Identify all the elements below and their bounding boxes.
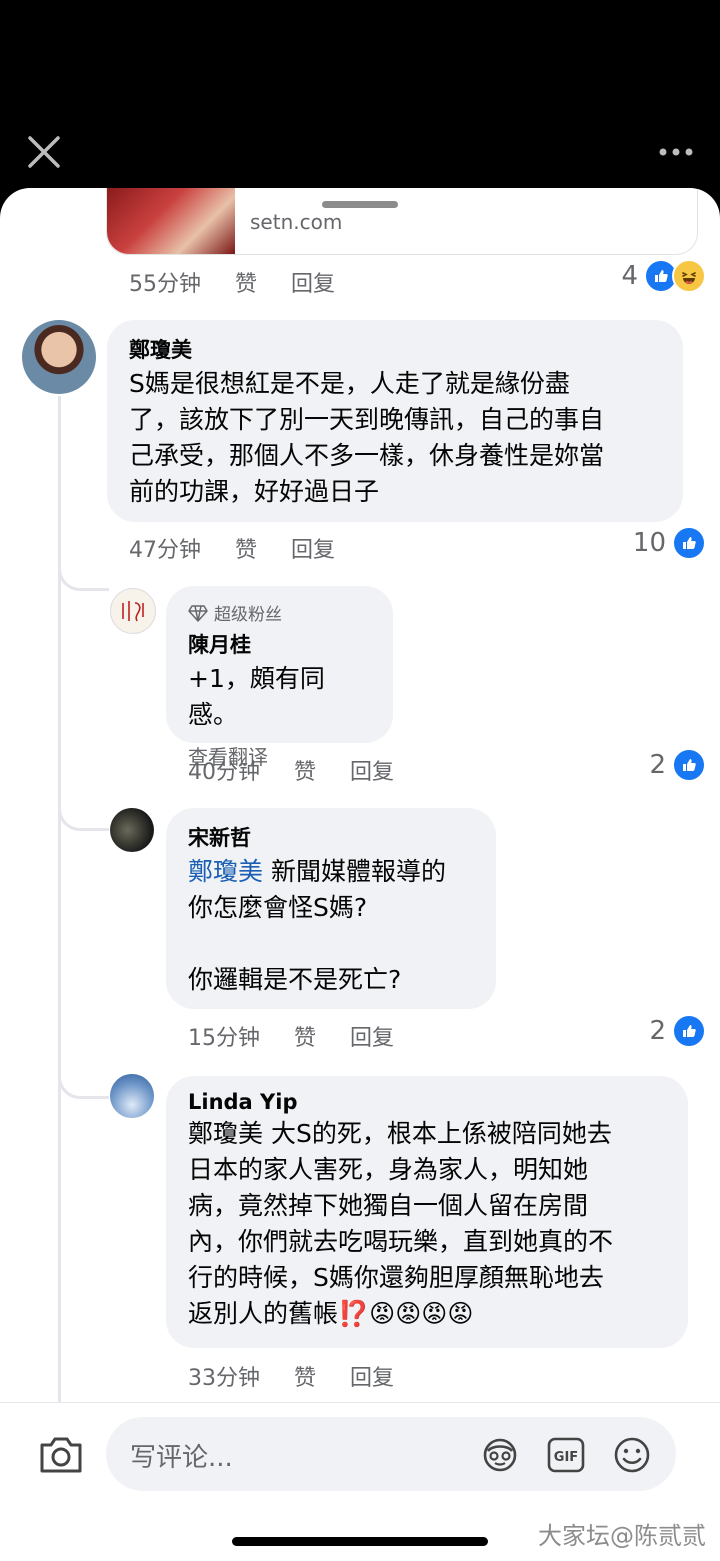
watermark: 大家坛@陈贰贰	[538, 1522, 706, 1550]
like-reaction-icon	[672, 526, 706, 560]
thread-branch	[58, 800, 109, 831]
avatar[interactable]	[110, 808, 154, 852]
top-bar	[0, 0, 720, 190]
comment-text: 鄭瓊美 新聞媒體報導的 你怎麼會怪S媽? 你邏輯是不是死亡?	[188, 854, 474, 998]
like-button[interactable]: 赞	[294, 1020, 316, 1052]
comment-bubble: Linda Yip 鄭瓊美 大S的死，根本上係被陪同她去 日本的家人害死，身為家…	[166, 1076, 688, 1348]
comment-time: 15分钟	[188, 1026, 260, 1051]
like-reaction-icon	[672, 1014, 706, 1048]
comment-text-line: 新聞媒體報導的	[263, 857, 446, 886]
comment-meta: 55分钟 赞 回复	[129, 266, 335, 298]
badge-label: 超级粉丝	[214, 605, 282, 625]
reaction-count: 10	[632, 528, 666, 558]
like-button[interactable]: 赞	[294, 1360, 316, 1392]
like-button[interactable]: 赞	[235, 266, 257, 298]
camera-icon[interactable]	[38, 1435, 84, 1475]
link-domain: setn.com	[250, 210, 343, 234]
comment-input[interactable]: 写评论... GIF	[106, 1417, 676, 1491]
reaction-summary[interactable]: 4	[621, 259, 706, 293]
reaction-count: 4	[621, 261, 638, 291]
avatar[interactable]	[110, 588, 156, 634]
reply-button[interactable]: 回复	[350, 1360, 394, 1392]
reaction-summary[interactable]: 2	[649, 1014, 706, 1048]
reply-button[interactable]: 回复	[350, 754, 394, 786]
comment-time: 55分钟	[129, 272, 201, 297]
link-thumbnail	[107, 188, 235, 254]
close-icon[interactable]	[24, 132, 64, 172]
avatar-sticker-icon[interactable]	[480, 1435, 520, 1475]
comment-meta: 15分钟 赞 回复	[188, 1020, 394, 1052]
avatar[interactable]	[22, 320, 96, 394]
comment-author[interactable]: 陳月桂	[188, 629, 371, 659]
comment-author[interactable]: 宋新哲	[188, 822, 474, 852]
comment-author[interactable]: 鄭瓊美	[129, 334, 661, 364]
reply-button[interactable]: 回复	[291, 266, 335, 298]
comment-meta: 33分钟 赞 回复	[188, 1360, 394, 1392]
gif-icon[interactable]: GIF	[546, 1435, 586, 1475]
comment-meta: 47分钟 赞 回复	[129, 532, 335, 564]
thread-branch	[58, 560, 109, 591]
reaction-summary[interactable]: 10	[633, 526, 706, 560]
comment-time: 33分钟	[188, 1366, 260, 1391]
comment-time: 47分钟	[129, 538, 201, 563]
reaction-count: 2	[649, 750, 666, 780]
haha-reaction-icon	[672, 259, 706, 293]
reaction-count: 2	[649, 1016, 666, 1046]
mention-link[interactable]: 鄭瓊美	[188, 857, 263, 886]
comment-bubble: 宋新哲 鄭瓊美 新聞媒體報導的 你怎麼會怪S媽? 你邏輯是不是死亡?	[166, 808, 496, 1009]
comment-bubble: 超级粉丝 陳月桂 +1，頗有同感。 查看翻译	[166, 586, 393, 769]
comment-placeholder: 写评论...	[130, 1443, 233, 1473]
more-options-icon[interactable]	[658, 142, 694, 162]
diamond-icon	[188, 604, 208, 622]
comment-author[interactable]: Linda Yip	[188, 1090, 666, 1114]
like-reaction-icon	[672, 748, 706, 782]
comment-text: 鄭瓊美 大S的死，根本上係被陪同她去 日本的家人害死，身為家人，明知她 病，竟然…	[188, 1119, 614, 1328]
comment-text: S媽是很想紅是不是，人走了就是緣份盡 了，該放下了別一天到晚傳訊，自己的事自 己…	[129, 369, 605, 506]
home-indicator[interactable]	[232, 1537, 488, 1546]
thread-branch	[58, 1068, 109, 1099]
comment-text: +1，頗有同感。	[188, 664, 325, 729]
link-preview-card[interactable]: setn.com	[106, 188, 698, 255]
like-button[interactable]: 赞	[294, 754, 316, 786]
comments-sheet: setn.com 55分钟 赞 回复 4 鄭瓊美 S媽是很想紅是不是，人走了就是…	[0, 188, 720, 1561]
comment-time: 40分钟	[188, 760, 260, 785]
like-button[interactable]: 赞	[235, 532, 257, 564]
reply-button[interactable]: 回复	[291, 532, 335, 564]
thread-line	[58, 396, 61, 1406]
comment-bubble: 鄭瓊美 S媽是很想紅是不是，人走了就是緣份盡 了，該放下了別一天到晚傳訊，自己的…	[107, 320, 683, 522]
comment-text-rest: 你怎麼會怪S媽? 你邏輯是不是死亡?	[188, 893, 402, 994]
svg-text:GIF: GIF	[554, 1450, 578, 1465]
comment-meta: 40分钟 赞 回复	[188, 754, 394, 786]
reaction-summary[interactable]: 2	[649, 748, 706, 782]
reply-button[interactable]: 回复	[350, 1020, 394, 1052]
avatar[interactable]	[110, 1074, 154, 1118]
emoji-icon[interactable]	[612, 1435, 652, 1475]
top-fan-badge: 超级粉丝	[188, 600, 371, 625]
